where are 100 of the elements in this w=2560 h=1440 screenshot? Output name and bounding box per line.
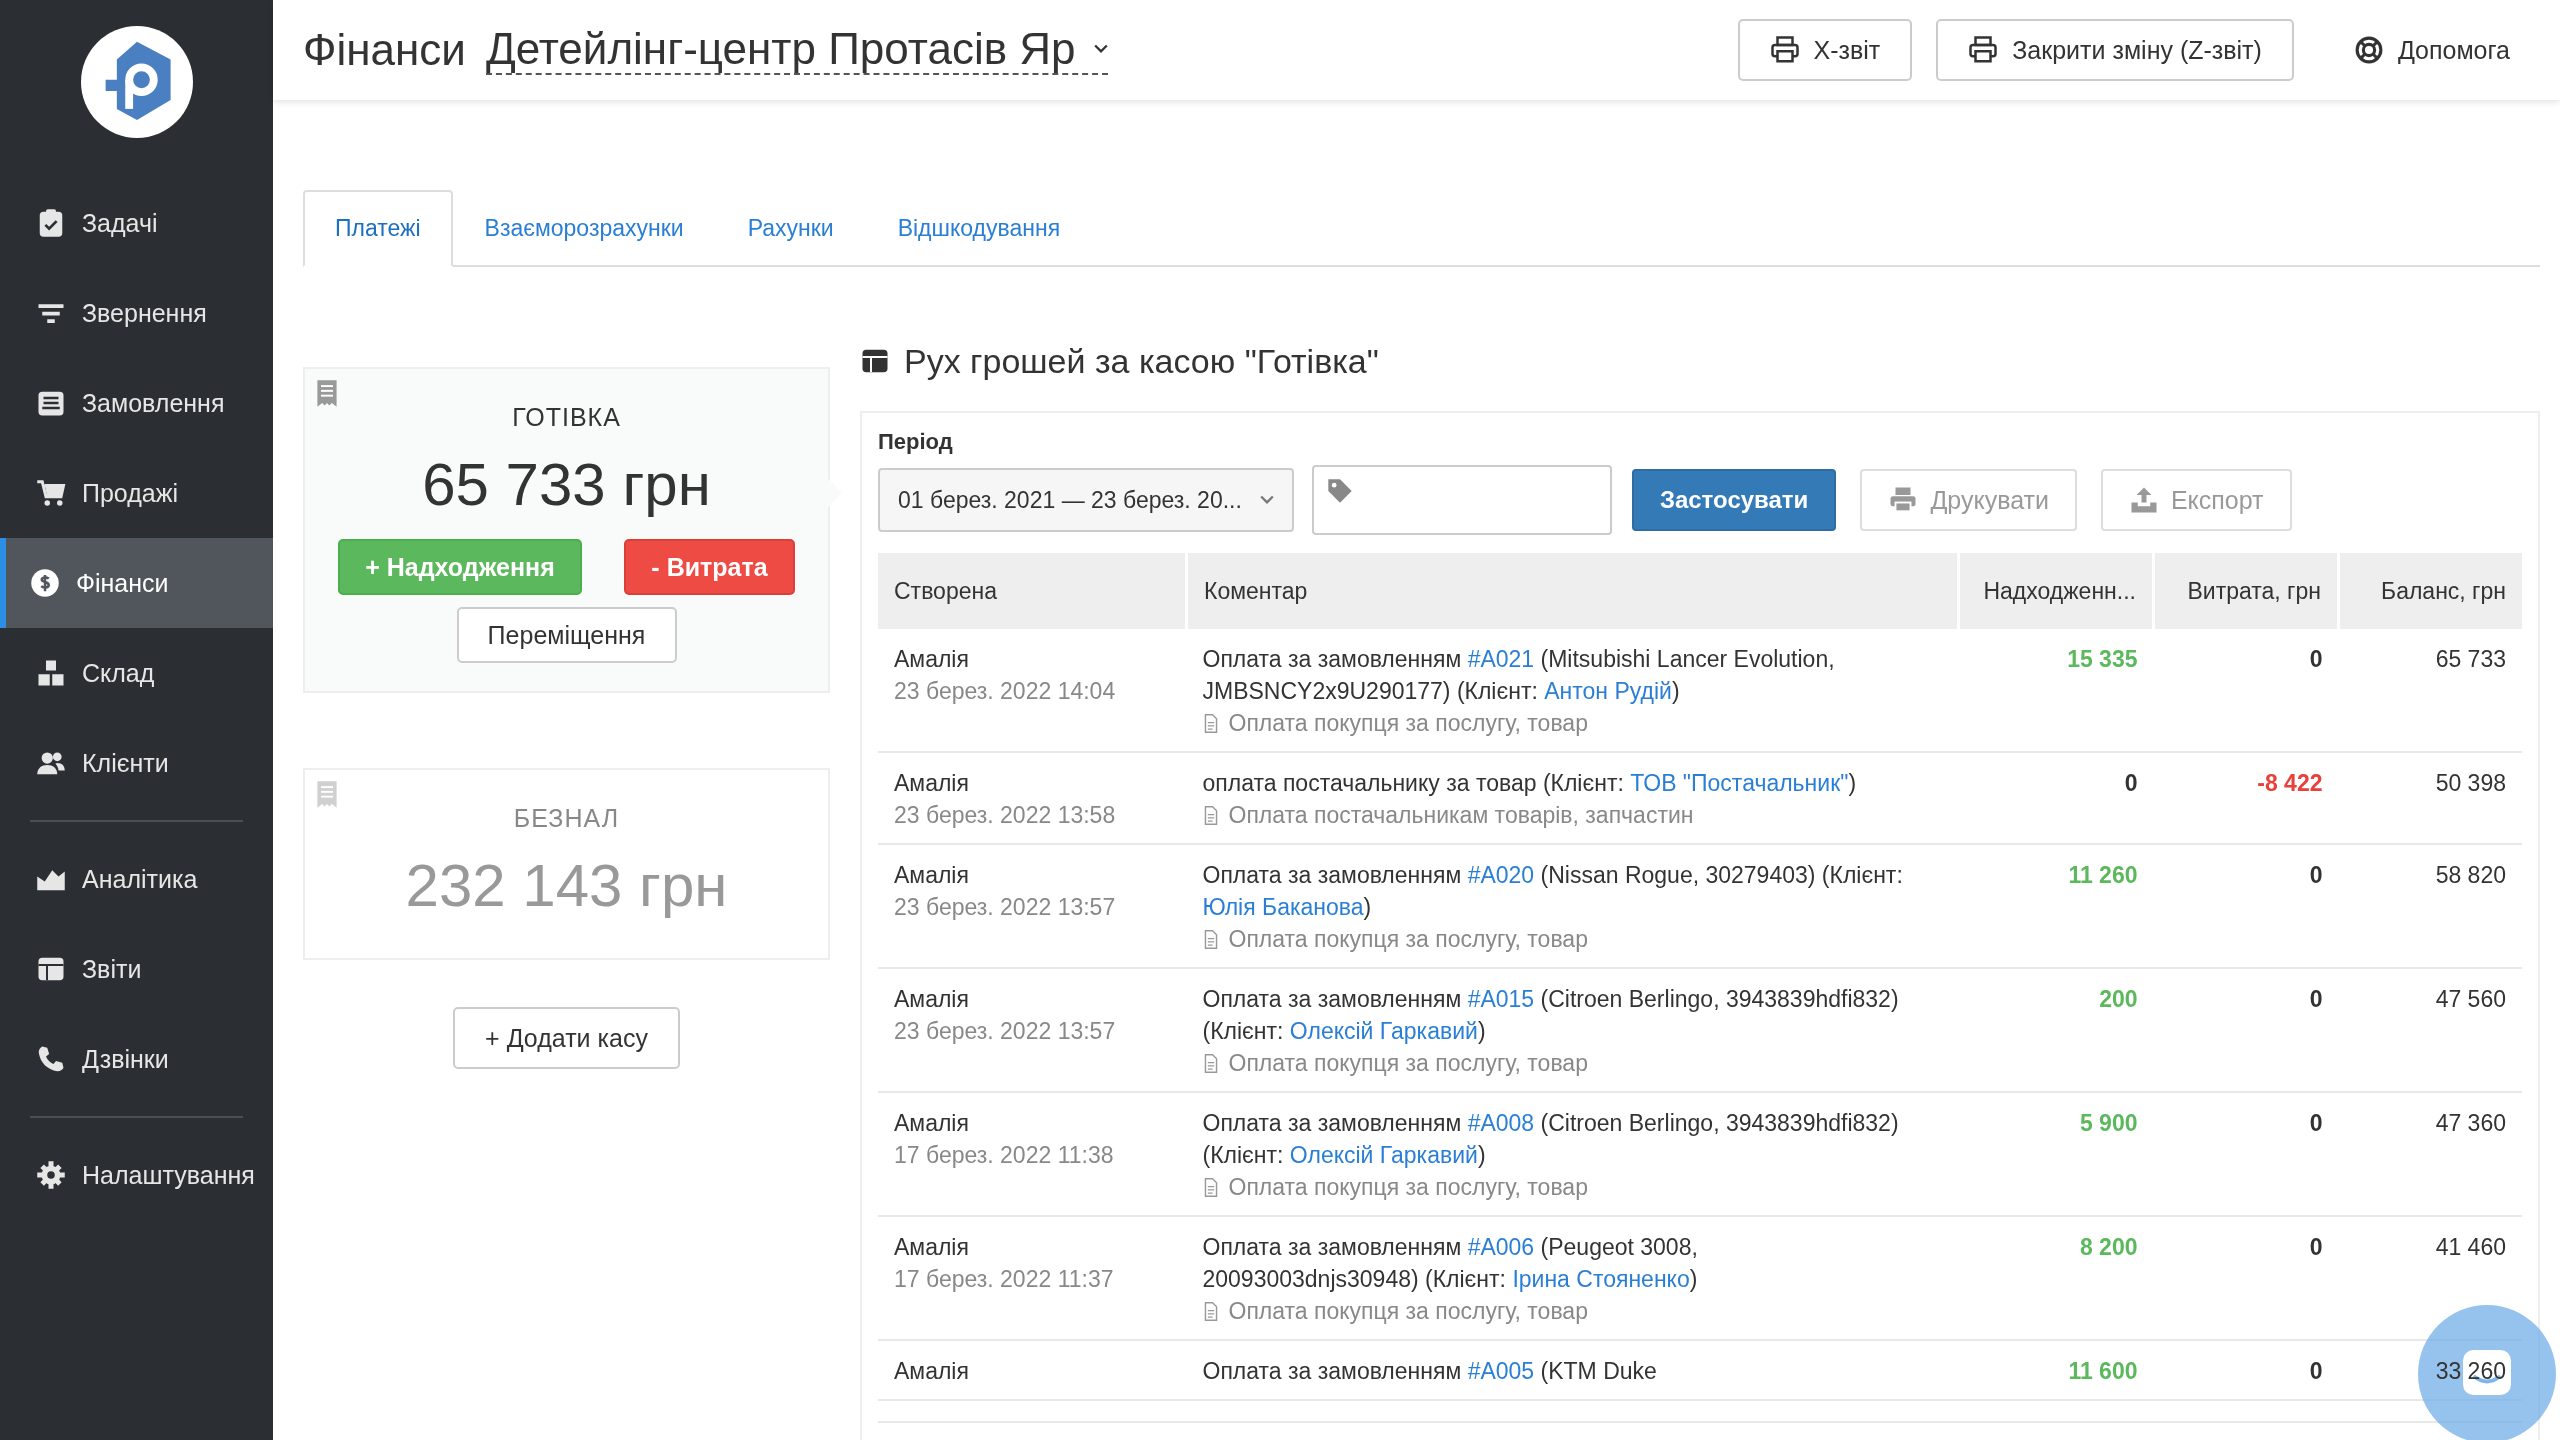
section-title: Рух грошей за касою "Готівка" [904,341,1379,381]
column-header: Надходженн... [1958,553,2154,629]
boxes-icon [36,658,66,688]
expense-amount: -8 422 [2257,770,2323,796]
balance-amount: 65 733 [2435,646,2506,672]
location-dropdown[interactable]: Детейлінг-центр Протасів Яр [485,24,1108,76]
author-name: Амалія [894,985,970,1014]
income-amount: 15 335 [2067,646,2138,672]
balance-amount: 50 398 [2435,770,2506,796]
document-icon [1202,805,1219,825]
sidebar-item[interactable]: Аналітика [0,834,273,924]
cashbox-balance: 65 733 грн [422,450,711,519]
author-name: Амалія [894,1109,970,1138]
lifebuoy-icon [2353,35,2384,65]
column-header: Баланс, грн [2338,553,2522,629]
link[interactable]: Ірина Стояненко [1512,1266,1690,1292]
author-name: Амалія [894,1357,970,1386]
link[interactable]: #A005 [1467,1358,1535,1384]
balance-amount: 41 460 [2435,1234,2506,1260]
document-icon [1202,929,1219,949]
sidebar-item[interactable]: Замовлення [0,358,273,448]
link[interactable]: #A015 [1467,986,1535,1012]
add-cashbox-button[interactable]: + Додати касу [453,1007,680,1069]
period-dropdown[interactable]: 01 берез. 2021 — 23 берез. 20... [878,468,1294,532]
expense-button[interactable]: - Витрата [624,539,795,595]
apply-button[interactable]: Застосувати [1631,469,1837,531]
report-button[interactable]: X-звіт [1737,19,1913,81]
document-icon [1202,1053,1219,1073]
expense-amount: 0 [2309,1110,2323,1136]
settings-icon [36,1160,66,1190]
income-amount: 200 [2099,986,2138,1012]
transfer-button[interactable]: Переміщення [456,607,677,663]
comment-text: Оплата за замовленням #A006 (Peugeot 3008, 20093003dnjs30948) (Клієнт: Ірина Стояненко) [1202,1233,1699,1294]
cashbox-name: ГОТІВКА [512,403,621,432]
date-text: 23 берез. 2022 13:57 [894,1017,1117,1046]
sidebar-item[interactable]: Задачі [0,178,273,268]
balance-amount: 47 560 [2435,986,2506,1012]
report-button[interactable]: Закрити зміну (Z-звіт) [1936,19,2294,81]
category-text: Оплата покупця за послугу, товар [1228,709,1588,738]
column-header: Створена [878,553,1187,629]
cashbox-balance: 232 143 грн [405,851,728,920]
comment-text: Оплата за замовленням #A008 (Citroen Berlingo, 3943839hdfi832) (Клієнт: Олексій Гаркавий) [1202,1109,1900,1170]
link[interactable]: #A006 [1467,1234,1535,1260]
sidebar-item[interactable]: Склад [0,628,273,718]
link[interactable]: #A021 [1467,646,1535,672]
tag-field[interactable] [1311,465,1612,535]
sidebar-item[interactable]: Продажі [0,448,273,538]
comment-text: Оплата за замовленням #A005 (KTM Duke [1202,1357,1658,1386]
chevron-down-icon [1259,495,1274,505]
expense-amount: 0 [2309,1358,2323,1384]
income-amount: 5 900 [2079,1110,2138,1136]
dollar-icon [30,568,60,598]
printer-icon [1769,35,1800,65]
category-text: Оплата покупця за послугу, товар [1228,1173,1588,1202]
link[interactable]: Олексій Гаркавий [1289,1018,1478,1044]
income-amount: 0 [2124,770,2138,796]
income-amount: 11 260 [2068,862,2138,888]
sidebar-item[interactable]: Налаштування [0,1130,273,1220]
tab[interactable]: Відшкодування [865,190,1093,267]
author-name: Амалія [894,645,970,674]
comment-text: Оплата за замовленням #A015 (Citroen Berlingo, 3943839hdfi832) (Клієнт: Олексій Гаркавий) [1202,985,1900,1046]
author-name: Амалія [894,861,970,890]
tab[interactable]: Платежі [303,190,453,267]
sidebar-item[interactable]: Клієнти [0,718,273,808]
link[interactable]: Олексій Гаркавий [1289,1142,1478,1168]
category-text: Оплата покупця за послугу, товар [1228,1049,1588,1078]
sidebar-item[interactable]: Звіти [0,924,273,1014]
comment-text: Оплата за замовленням #A020 (Nissan Rogue, 30279403) (Клієнт: Юлія Баканова) [1202,861,1904,922]
comment-text: Оплата за замовленням #A021 (Mitsubishi Lancer Evolution, JMBSNCY2x9U290177) (Клієнт: Антон Рудій) [1202,645,1836,706]
sidebar-item[interactable]: Дзвінки [0,1014,273,1104]
tab[interactable]: Рахунки [715,190,866,267]
chevron-down-icon [1093,44,1108,54]
sidebar-item[interactable]: Фінанси [0,538,273,628]
link[interactable]: Юлія Баканова [1202,894,1364,920]
expense-amount: 0 [2309,1234,2323,1260]
help-link[interactable]: Допомога [2353,35,2510,65]
link[interactable]: Антон Рудій [1544,678,1672,704]
income-amount: 8 200 [2079,1234,2138,1260]
balance-amount: 47 360 [2435,1110,2506,1136]
comment-text: оплата постачальнику за товар (Клієнт: ТОВ "Постачальник") [1202,769,1858,798]
link[interactable]: ТОВ "Постачальник" [1630,770,1849,796]
link[interactable]: #A020 [1467,862,1535,888]
date-text: 17 берез. 2022 11:38 [894,1141,1115,1170]
link[interactable]: #A008 [1467,1110,1535,1136]
date-text: 23 берез. 2022 13:58 [894,801,1117,830]
balance-amount: 33 260 [2435,1358,2506,1384]
income-amount: 11 600 [2068,1358,2138,1384]
date-text: 17 берез. 2022 11:37 [894,1265,1115,1294]
document-icon [1202,1177,1219,1197]
tab[interactable]: Взаєморозрахунки [452,190,716,267]
income-button[interactable]: + Надходження [338,539,582,595]
column-header: Коментар [1186,553,1959,629]
cashbox-card[interactable]: БЕЗНАЛ 232 143 грн [303,768,830,960]
receipt-icon [315,379,339,408]
logo[interactable] [80,26,193,138]
sidebar-item[interactable]: Звернення [0,268,273,358]
document-icon [1202,713,1219,733]
expense-amount: 0 [2309,646,2323,672]
period-label: Період [878,429,954,455]
category-text: Оплата постачальникам товарів, запчастин [1228,801,1694,830]
